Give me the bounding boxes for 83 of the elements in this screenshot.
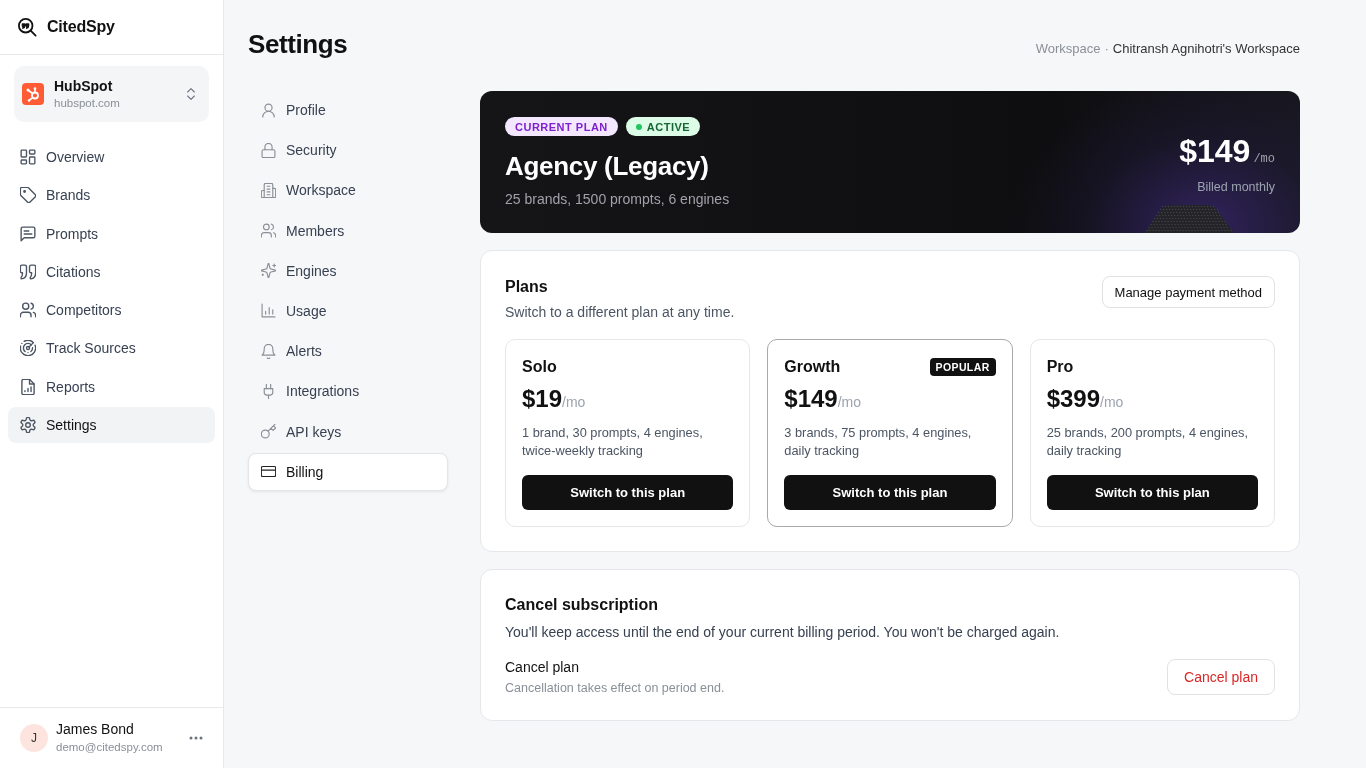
lock-icon <box>261 142 276 158</box>
sidebar-item[interactable]: Track Sources <box>8 330 215 367</box>
radar-icon <box>20 340 36 357</box>
bar-chart-icon <box>261 303 276 319</box>
more-icon <box>189 736 203 740</box>
switch-plan-button[interactable]: Switch to this plan <box>1046 475 1258 510</box>
manage-payment-button[interactable]: Manage payment method <box>1101 276 1275 308</box>
building-icon <box>261 182 276 198</box>
settings-nav-item[interactable]: Billing <box>248 452 448 491</box>
user-email: demo@citedspy.com <box>56 740 163 755</box>
sidebar-item[interactable]: Prompts <box>8 215 215 252</box>
plan-name: Pro <box>1046 357 1074 377</box>
billing-cycle: Billed monthly <box>1197 180 1275 195</box>
price-period: /mo <box>562 394 586 410</box>
breadcrumb-separator: · <box>1104 40 1109 56</box>
settings-nav-item[interactable]: Profile <box>248 91 448 129</box>
workspace-domain: hubspot.com <box>54 96 120 111</box>
settings-nav-item[interactable]: Integrations <box>248 372 448 411</box>
section-title: Cancel subscription <box>505 595 659 615</box>
price-period: /mo <box>1100 394 1124 410</box>
plan-tag: CURRENT PLAN <box>505 117 618 136</box>
sidebar-item[interactable]: Settings <box>8 407 215 444</box>
settings-nav-item[interactable]: Usage <box>248 291 448 330</box>
cancel-plan-button[interactable]: Cancel plan <box>1167 659 1275 695</box>
tag-icon <box>20 187 36 204</box>
status-label: ACTIVE <box>646 120 691 133</box>
section-subtitle: Switch to a different plan at any time. <box>505 303 735 321</box>
plan-price: $19 <box>522 384 563 414</box>
status-dot-icon <box>635 123 642 130</box>
sidebar-item[interactable]: Reports <box>8 368 215 405</box>
quote-icon <box>20 263 36 280</box>
users-icon <box>261 223 276 239</box>
plan-title: Agency (Legacy) <box>505 150 710 182</box>
sidebar-item[interactable]: Overview <box>8 139 215 175</box>
plug-icon <box>261 383 276 399</box>
settings-nav-item[interactable]: Workspace <box>248 171 448 210</box>
settings-nav-item[interactable]: API keys <box>248 412 448 451</box>
workspace-switcher[interactable]: HubSpot hubspot.com <box>14 66 209 122</box>
sprocket-logo-icon <box>22 83 44 105</box>
section-title: Plans <box>505 277 549 297</box>
section-description: You'll keep access until the end of your current billing period. You won't be charged again. <box>505 623 1061 641</box>
sidebar-item[interactable]: Citations <box>8 253 215 290</box>
page-title: Settings <box>248 28 348 60</box>
grid-icon <box>20 149 36 165</box>
cancel-plan-note: Cancellation takes effect on period end. <box>505 680 725 696</box>
plan-details: 25 brands, 1500 prompts, 6 engines <box>505 190 730 208</box>
user-icon <box>261 102 276 118</box>
settings-nav-item[interactable]: Security <box>248 131 448 170</box>
magnifier-quote-icon <box>18 17 37 37</box>
key-icon <box>261 424 276 439</box>
chevron-up-down-icon <box>185 88 197 100</box>
sidebar-item[interactable]: Brands <box>8 177 215 214</box>
brand-name: CitedSpy <box>47 18 115 36</box>
sidebar-item[interactable]: Competitors <box>8 292 215 329</box>
plan-price: $399 <box>1046 384 1101 414</box>
file-chart-icon <box>20 378 36 395</box>
sparkles-icon <box>261 263 276 279</box>
plan-name: Growth <box>784 357 841 377</box>
user-name: James Bond <box>56 721 135 738</box>
cancel-plan-label: Cancel plan <box>505 658 580 676</box>
plan-features: 1 brand, 30 prompts, 4 engines, twice-weekly tracking <box>522 424 704 460</box>
breadcrumb-current: Chitransh Agnihotri's Workspace <box>1112 40 1300 56</box>
price-period: /mo <box>837 394 862 410</box>
plan-price: $149 <box>1179 133 1251 169</box>
settings-nav-item[interactable]: Members <box>248 211 448 250</box>
settings-nav-item[interactable]: Alerts <box>248 332 448 371</box>
plan-price: $149 <box>784 384 838 414</box>
plan-features: 3 brands, 75 prompts, 4 engines, daily tracking <box>784 424 973 460</box>
user-avatar: J <box>20 724 48 752</box>
plan-name: Solo <box>522 357 557 377</box>
message-icon <box>20 225 36 242</box>
switch-plan-button[interactable]: Switch to this plan <box>522 475 734 510</box>
settings-nav-item[interactable]: Engines <box>248 251 448 290</box>
plan-features: 25 brands, 200 prompts, 4 engines, daily tracking <box>1046 424 1249 460</box>
bell-icon <box>261 343 276 359</box>
users-icon <box>20 302 36 319</box>
switch-plan-button[interactable]: Switch to this plan <box>784 475 996 510</box>
price-period: /mo <box>1253 152 1275 166</box>
settings-icon <box>20 417 36 434</box>
popular-tag: POPULAR <box>929 358 996 376</box>
more-button[interactable] <box>189 736 203 740</box>
workspace-name: HubSpot <box>54 77 114 95</box>
credit-card-icon <box>261 464 276 480</box>
